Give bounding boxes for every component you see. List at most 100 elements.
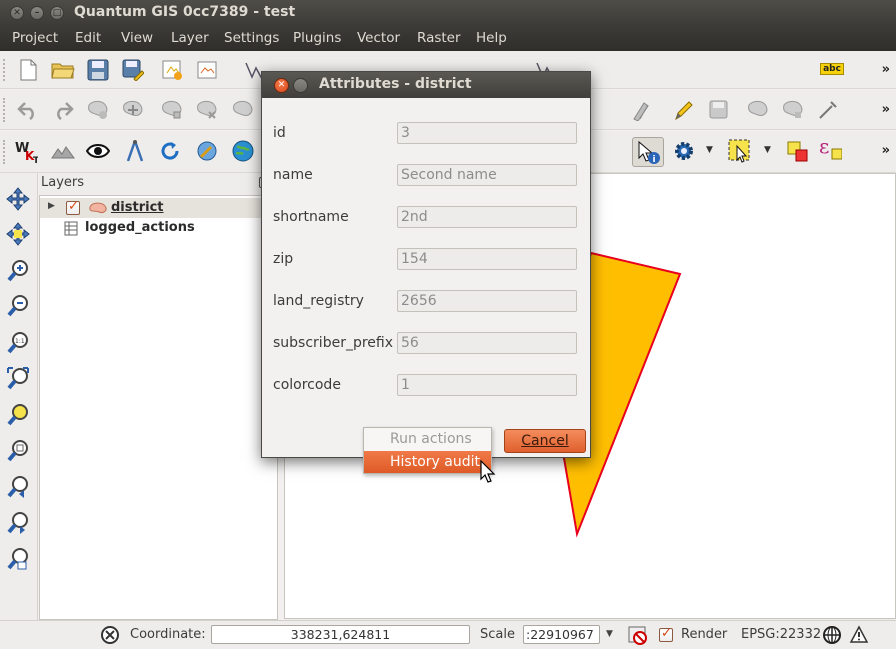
edit-pen-icon[interactable]	[672, 98, 696, 122]
maximize-window-button[interactable]: □	[50, 6, 64, 20]
layer-tree: ▶ district logged_actions	[39, 195, 278, 620]
toolbar-grip[interactable]	[3, 59, 7, 81]
expand-arrow-icon[interactable]: ▶	[48, 201, 55, 211]
field-value-shortname[interactable]: 2nd	[397, 206, 577, 228]
redo-icon[interactable]	[51, 98, 75, 122]
dialog-title: Attributes - district	[319, 76, 472, 92]
menu-edit[interactable]: Edit	[75, 30, 101, 46]
move-feature-icon[interactable]	[121, 98, 145, 122]
menu-project[interactable]: Project	[12, 30, 58, 46]
crs-globe-icon[interactable]	[822, 625, 842, 645]
zoom-in-icon[interactable]	[6, 258, 30, 282]
eye-icon[interactable]	[86, 139, 110, 163]
zoom-last-icon[interactable]	[6, 474, 30, 498]
composer-manager-icon[interactable]	[195, 58, 219, 82]
zoom-full-icon[interactable]	[6, 366, 30, 390]
zoom-target-icon[interactable]	[195, 139, 219, 163]
toolbar-grip[interactable]	[3, 140, 7, 164]
toolbar-overflow-button-3[interactable]: »	[882, 143, 890, 158]
wkt-icon[interactable]: WKT	[14, 139, 38, 164]
menu-settings[interactable]: Settings	[224, 30, 279, 46]
add-feature-icon[interactable]	[86, 98, 110, 122]
field-label-zip: zip	[273, 251, 294, 267]
minimize-window-button[interactable]: –	[30, 6, 44, 20]
copy-features-icon[interactable]	[630, 98, 654, 122]
menu-view[interactable]: View	[121, 30, 153, 46]
merge-features-icon[interactable]	[781, 98, 805, 122]
refresh-icon[interactable]	[158, 139, 182, 163]
field-value-subscriber-prefix[interactable]: 56	[397, 332, 577, 354]
label-abc-text: abc	[820, 63, 844, 75]
refresh-map-icon[interactable]	[6, 546, 30, 570]
toolbar-grip[interactable]	[3, 98, 7, 122]
dialog-minimize-button[interactable]	[293, 78, 308, 93]
coordinate-field[interactable]: 338231,624811	[211, 625, 470, 644]
field-value-zip[interactable]: 154	[397, 248, 577, 270]
layer-item-district[interactable]: ▶ district	[40, 198, 277, 218]
select-features-icon[interactable]	[727, 139, 751, 163]
menu-plugins[interactable]: Plugins	[293, 30, 341, 46]
expression-select-icon[interactable]: ε	[818, 135, 842, 161]
warning-icon[interactable]	[849, 625, 869, 645]
zoom-out-icon[interactable]	[6, 293, 30, 317]
map-navigation-toolbar: 1:1	[0, 173, 38, 620]
stop-render-icon[interactable]	[628, 625, 650, 645]
terrain-icon[interactable]	[51, 139, 75, 163]
save-edits-icon[interactable]	[707, 98, 731, 122]
layer-name: district	[111, 200, 164, 215]
svg-text:i: i	[653, 155, 656, 165]
menu-help[interactable]: Help	[476, 30, 507, 46]
close-window-button[interactable]: ✕	[10, 6, 24, 20]
deselect-icon[interactable]	[785, 139, 809, 163]
layer-item-logged-actions[interactable]: logged_actions	[40, 218, 277, 238]
paste-features-icon[interactable]	[746, 98, 770, 122]
zoom-next-icon[interactable]	[6, 510, 30, 534]
field-label-shortname: shortname	[273, 209, 349, 225]
cancel-button[interactable]: Cancel	[504, 429, 586, 453]
delete-selected-icon[interactable]	[195, 98, 219, 122]
menu-layer[interactable]: Layer	[171, 30, 209, 46]
run-action-icon[interactable]	[672, 139, 696, 163]
save-project-icon[interactable]	[86, 58, 110, 82]
toolbar-overflow-button-2[interactable]: »	[882, 102, 890, 117]
zoom-to-selection-icon[interactable]	[6, 438, 30, 462]
identify-icon[interactable]: i	[632, 137, 664, 167]
toolbar-overflow-button[interactable]: »	[882, 62, 890, 77]
pan-icon[interactable]	[6, 187, 30, 211]
svg-text:1:1: 1:1	[15, 338, 25, 345]
svg-text:T: T	[33, 156, 38, 164]
new-project-icon[interactable]	[16, 58, 40, 82]
field-label-subscriber-prefix: subscriber_prefix	[273, 335, 393, 351]
run-action-dropdown-icon[interactable]: ▼	[706, 145, 713, 155]
undo-icon[interactable]	[16, 98, 40, 122]
new-print-composer-icon[interactable]	[160, 58, 184, 82]
save-as-icon[interactable]	[121, 58, 145, 82]
layer-visibility-checkbox[interactable]	[66, 199, 80, 215]
menu-item-history-audit[interactable]: History audit	[364, 451, 491, 473]
menu-raster[interactable]: Raster	[417, 30, 461, 46]
zoom-actual-icon[interactable]: 1:1	[6, 330, 30, 354]
cut-features-icon[interactable]	[231, 98, 255, 122]
compass-icon[interactable]	[123, 139, 147, 163]
label-abc-icon[interactable]: abc	[820, 57, 844, 81]
field-value-land-registry[interactable]: 2656	[397, 290, 577, 312]
dialog-close-button[interactable]: ✕	[274, 78, 289, 93]
zoom-to-layer-icon[interactable]	[6, 402, 30, 426]
open-project-icon[interactable]	[51, 58, 75, 82]
coordinate-toggle-icon[interactable]	[100, 625, 120, 645]
scale-combobox[interactable]: :22910967	[523, 625, 600, 644]
node-tool-icon[interactable]	[160, 98, 184, 122]
crs-label[interactable]: EPSG:22332	[741, 627, 821, 642]
menu-vector[interactable]: Vector	[357, 30, 400, 46]
field-value-name[interactable]: Second name	[397, 164, 577, 186]
field-value-colorcode[interactable]: 1	[397, 374, 577, 396]
render-checkbox[interactable]	[659, 626, 673, 642]
globe-icon[interactable]	[231, 139, 255, 163]
scale-dropdown-icon[interactable]: ▼	[606, 629, 613, 639]
advanced-edit-icon[interactable]	[816, 98, 840, 122]
field-value-id[interactable]: 3	[397, 122, 577, 144]
polygon-layer-icon	[89, 202, 107, 213]
select-dropdown-icon[interactable]: ▼	[764, 145, 771, 155]
pan-to-selection-icon[interactable]	[6, 222, 30, 246]
menu-item-run-actions[interactable]: Run actions	[364, 428, 491, 450]
